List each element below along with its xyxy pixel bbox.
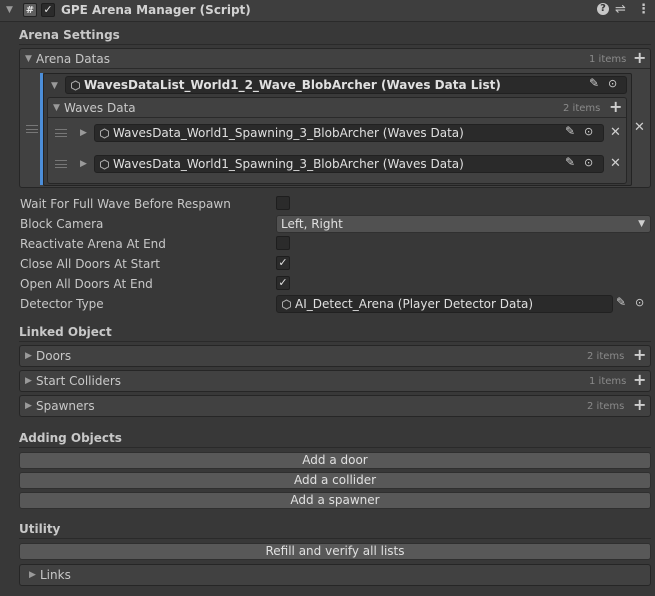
- block-camera-value: Left, Right: [281, 217, 343, 231]
- waves-data-foldout-arrow-icon[interactable]: ▼: [53, 103, 63, 113]
- waves-data-label: Waves Data: [64, 101, 136, 115]
- arena-settings-section-title: Arena Settings: [19, 28, 120, 42]
- start-colliders-foldout-arrow-icon[interactable]: ▶: [25, 376, 35, 386]
- doors-count: 2 items: [587, 351, 625, 362]
- drag-handle-icon[interactable]: [26, 125, 38, 133]
- add-collider-button[interactable]: Add a collider: [19, 472, 651, 489]
- section-divider: [19, 447, 651, 448]
- kebab-menu-icon[interactable]: ⋮: [637, 2, 650, 17]
- list-divider: [20, 68, 650, 69]
- utility-section-title: Utility: [19, 522, 61, 536]
- open-doors-label: Open All Doors At End: [20, 277, 153, 291]
- waves-item-foldout-arrow-icon[interactable]: ▶: [80, 159, 90, 169]
- reactivate-arena-label: Reactivate Arena At End: [20, 237, 166, 251]
- waves-data-item-field[interactable]: WavesData_World1_Spawning_3_BlobArcher (…: [94, 155, 604, 173]
- spawners-count: 2 items: [587, 401, 625, 412]
- section-divider: [19, 538, 651, 539]
- foldout-arrow-icon[interactable]: ▼: [6, 5, 16, 15]
- detector-type-value: AI_Detect_Arena (Player Detector Data): [295, 297, 534, 311]
- doors-list[interactable]: [19, 345, 651, 367]
- arena-datas-foldout-arrow-icon[interactable]: ▼: [25, 54, 35, 64]
- arena-datas-label: Arena Datas: [36, 52, 110, 66]
- detector-type-object-field[interactable]: AI_Detect_Arena (Player Detector Data): [276, 295, 613, 313]
- links-foldout[interactable]: [19, 564, 651, 586]
- preset-icon[interactable]: ⇌: [615, 2, 626, 17]
- scriptable-object-icon: [281, 298, 292, 310]
- spawners-add-icon[interactable]: +: [633, 395, 646, 414]
- links-foldout-arrow-icon[interactable]: ▶: [29, 570, 39, 580]
- object-picker-icon[interactable]: ⊙: [584, 125, 593, 138]
- object-picker-icon[interactable]: ⊙: [635, 296, 644, 309]
- section-divider: [19, 44, 651, 45]
- block-camera-label: Block Camera: [20, 217, 104, 231]
- waves-item-remove-icon[interactable]: ✕: [610, 156, 621, 171]
- scriptable-object-icon: [99, 127, 110, 139]
- links-label: Links: [40, 568, 71, 582]
- adding-objects-section-title: Adding Objects: [19, 431, 122, 445]
- pencil-icon[interactable]: ✎: [616, 295, 626, 309]
- dropdown-arrow-icon: ▼: [638, 219, 645, 229]
- waves-data-add-icon[interactable]: +: [609, 97, 622, 116]
- arena-datas-add-icon[interactable]: +: [633, 48, 646, 67]
- detector-type-label: Detector Type: [20, 297, 104, 311]
- arena-datas-element-remove-icon[interactable]: ✕: [634, 120, 645, 135]
- object-picker-icon[interactable]: ⊙: [584, 156, 593, 169]
- wait-full-wave-label: Wait For Full Wave Before Respawn: [20, 197, 231, 211]
- doors-foldout-arrow-icon[interactable]: ▶: [25, 351, 35, 361]
- section-divider: [19, 341, 651, 342]
- waves-data-item-value: WavesData_World1_Spawning_3_BlobArcher (…: [113, 126, 464, 140]
- start-colliders-add-icon[interactable]: +: [633, 370, 646, 389]
- element-foldout-arrow-icon[interactable]: ▼: [51, 81, 61, 91]
- scriptable-object-icon: [70, 79, 81, 91]
- spawners-label: Spawners: [36, 399, 95, 413]
- component-enabled-checkbox[interactable]: ✓: [41, 3, 55, 17]
- refill-verify-button[interactable]: Refill and verify all lists: [19, 543, 651, 560]
- close-doors-label: Close All Doors At Start: [20, 257, 160, 271]
- component-title: GPE Arena Manager (Script): [61, 3, 251, 17]
- drag-handle-icon[interactable]: [55, 129, 67, 137]
- close-doors-checkbox[interactable]: ✓: [276, 256, 290, 270]
- scriptable-object-icon: [99, 158, 110, 170]
- spawners-foldout-arrow-icon[interactable]: ▶: [25, 401, 35, 411]
- add-door-button[interactable]: Add a door: [19, 452, 651, 469]
- waves-data-list-object-field[interactable]: WavesDataList_World1_2_Wave_BlobArcher (…: [65, 76, 627, 94]
- start-colliders-count: 1 items: [589, 376, 627, 387]
- arena-datas-count: 1 items: [589, 54, 627, 65]
- pencil-icon[interactable]: ✎: [565, 124, 575, 138]
- waves-data-count: 2 items: [563, 103, 601, 114]
- reactivate-arena-checkbox[interactable]: [276, 236, 290, 250]
- script-icon: #: [23, 3, 37, 17]
- open-doors-checkbox[interactable]: ✓: [276, 276, 290, 290]
- help-icon[interactable]: ?: [597, 3, 609, 15]
- spawners-list[interactable]: [19, 395, 651, 417]
- waves-data-item-field[interactable]: WavesData_World1_Spawning_3_BlobArcher (…: [94, 124, 604, 142]
- component-header: ▼ # ✓ GPE Arena Manager (Script) ? ⇌ ⋮: [0, 0, 655, 22]
- drag-handle-icon[interactable]: [55, 160, 67, 168]
- doors-label: Doors: [36, 349, 72, 363]
- waves-item-remove-icon[interactable]: ✕: [610, 125, 621, 140]
- block-camera-dropdown[interactable]: Left, Right ▼: [276, 215, 651, 233]
- add-spawner-button[interactable]: Add a spawner: [19, 492, 651, 509]
- linked-object-section-title: Linked Object: [19, 325, 112, 339]
- pencil-icon[interactable]: ✎: [565, 155, 575, 169]
- object-picker-icon[interactable]: ⊙: [608, 77, 617, 90]
- waves-data-list-value: WavesDataList_World1_2_Wave_BlobArcher (…: [84, 78, 501, 92]
- pencil-icon[interactable]: ✎: [589, 76, 599, 90]
- waves-item-foldout-arrow-icon[interactable]: ▶: [80, 128, 90, 138]
- wait-full-wave-checkbox[interactable]: [276, 196, 290, 210]
- start-colliders-label: Start Colliders: [36, 374, 122, 388]
- list-divider: [48, 117, 626, 118]
- waves-data-item-value: WavesData_World1_Spawning_3_BlobArcher (…: [113, 157, 464, 171]
- doors-add-icon[interactable]: +: [633, 345, 646, 364]
